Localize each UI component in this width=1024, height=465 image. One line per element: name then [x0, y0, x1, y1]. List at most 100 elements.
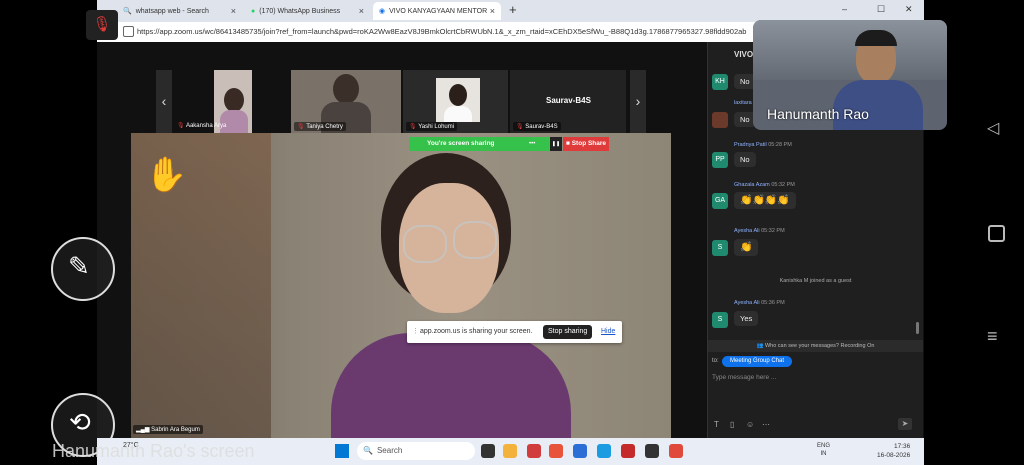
avatar: KH — [712, 74, 728, 90]
participant-tile-yashi[interactable]: 🎙 Yashi Lohumi — [403, 70, 508, 133]
avatar: PP — [712, 152, 728, 168]
tile-name-label: Saurav-B4S — [546, 96, 591, 105]
participant-body — [444, 106, 472, 122]
android-home-button[interactable] — [988, 225, 1005, 242]
site-info-icon[interactable] — [123, 26, 134, 37]
app-icon-dark[interactable] — [645, 444, 659, 458]
tab-whatsapp-search[interactable]: 🔍 whatsapp web - Search × — [117, 2, 242, 20]
pause-share-button[interactable]: ❚❚ — [550, 137, 562, 151]
mic-muted-icon: 🎙 — [297, 124, 305, 130]
share-more-button[interactable]: ••• — [529, 137, 535, 151]
to-label: to: — [712, 358, 719, 364]
chat-title: VIVO — [734, 50, 754, 59]
avatar: GA — [712, 193, 728, 209]
format-icon[interactable]: T — [714, 420, 719, 429]
tab-whatsapp-business[interactable]: ● (170) WhatsApp Business × — [245, 2, 370, 20]
avatar — [712, 112, 728, 128]
chrome-icon[interactable] — [669, 444, 683, 458]
signal-icon: ▂▄▆ — [136, 427, 150, 433]
annotate-button[interactable]: ✎ — [51, 237, 115, 301]
self-view-video[interactable]: Hanumanth Rao — [753, 20, 947, 130]
mic-muted-icon: 🎙 — [409, 124, 417, 130]
message-sender: laxitara — [734, 100, 752, 106]
screen-owner-caption: Hanumanth Rao's screen — [52, 441, 255, 461]
maximize-button[interactable]: ☐ — [877, 4, 885, 15]
pencil-icon: ✎ — [68, 251, 90, 281]
clock[interactable]: 17:36 16-08-2026 — [877, 442, 910, 460]
minimize-button[interactable]: – — [842, 4, 847, 14]
search-icon: 🔍 — [123, 8, 132, 15]
prev-page-arrow[interactable]: ‹ — [156, 70, 172, 133]
participant-photo — [436, 78, 480, 122]
office-icon[interactable] — [549, 444, 563, 458]
message-text: 👏 — [734, 239, 759, 256]
stop-sharing-button[interactable]: Stop sharing — [543, 325, 593, 339]
file-explorer-icon[interactable] — [503, 444, 517, 458]
participant-face — [449, 84, 467, 106]
tab-zoom-meeting[interactable]: ◉ VIVO KANYAGYAAN MENTOR × — [373, 2, 501, 20]
self-hair — [855, 30, 897, 46]
android-back-button[interactable]: ◁ — [987, 118, 999, 138]
message-sender: Ghazala Azam 05:32 PM — [734, 182, 795, 188]
speaker-body — [331, 333, 571, 438]
task-view-icon[interactable] — [481, 444, 495, 458]
message-sender: Ayesha Ali 05:32 PM — [734, 228, 785, 234]
tab-bar: 🔍 whatsapp web - Search × ● (170) WhatsA… — [97, 0, 924, 22]
participant-tile-saurav[interactable]: Saurav-B4S 🎙 Saurav-B4S — [510, 70, 626, 133]
ceiling-background — [753, 20, 947, 80]
glasses-right — [453, 221, 497, 259]
message-text: 👏👏👏👏 — [734, 192, 796, 209]
system-message: Kanishka M joined as a guest — [779, 278, 852, 284]
privacy-note[interactable]: 👥 Who can see your messages? Recording O… — [708, 340, 923, 352]
self-name: Hanumanth Rao — [767, 106, 869, 122]
windows-start-icon[interactable] — [335, 444, 349, 458]
chat-message: Ayesha Ali 05:36 PM S Yes — [708, 298, 923, 332]
message-text: No — [734, 152, 756, 167]
new-tab-button[interactable]: + — [509, 2, 517, 17]
chat-input[interactable]: Type message here ... — [712, 374, 917, 388]
avatar: S — [712, 240, 728, 256]
send-icon[interactable]: ➤ — [898, 418, 912, 430]
hide-button[interactable]: Hide — [601, 328, 615, 335]
store-icon[interactable] — [573, 444, 587, 458]
stop-icon: ■ — [565, 140, 570, 147]
screen-share-bar: You're screen sharing ••• ❚❚ ■ Stop Shar… — [409, 137, 609, 151]
language-indicator[interactable]: ENG IN — [817, 442, 830, 458]
whatsapp-icon: ● — [251, 7, 256, 15]
close-window-button[interactable]: ✕ — [905, 4, 913, 15]
mic-muted-icon[interactable]: 🎙 — [86, 10, 118, 40]
next-page-arrow[interactable]: › — [630, 70, 646, 133]
mcafee-icon[interactable] — [621, 444, 635, 458]
file-icon[interactable]: ▯ — [730, 420, 734, 429]
more-icon[interactable]: ⋯ — [762, 420, 770, 429]
mic-muted-icon: 🎙 — [177, 123, 185, 129]
recipient-selector[interactable]: Meeting Group Chat — [722, 356, 793, 367]
speaker-name: ▂▄▆ Sabrin Ara Begum — [133, 425, 203, 434]
share-status-label: You're screen sharing — [409, 137, 549, 151]
participant-name: 🎙 Aakansha Arya — [177, 123, 227, 129]
url-field[interactable]: https://app.zoom.us/wc/86413485735/join?… — [137, 25, 777, 39]
emoji-icon[interactable]: ☺ — [746, 420, 754, 429]
chat-scrollbar[interactable] — [916, 322, 919, 334]
participant-name: 🎙 Taniya Chetry — [294, 122, 346, 131]
stop-share-button[interactable]: ■ Stop Share — [563, 137, 609, 151]
android-menu-button[interactable]: ≡ — [987, 326, 998, 347]
participant-name: 🎙 Yashi Lohumi — [406, 122, 458, 131]
close-icon[interactable]: × — [359, 6, 364, 16]
message-sender: Ayesha Ali 05:36 PM — [734, 300, 785, 306]
chat-message: Pradnya Patil 05:28 PM PP No — [708, 140, 923, 174]
close-icon[interactable]: × — [231, 6, 236, 16]
close-icon[interactable]: × — [490, 6, 495, 16]
drag-handle-icon[interactable]: ⋮ — [412, 327, 419, 335]
message-text: Yes — [734, 311, 759, 326]
participant-tile-taniya[interactable]: 🎙 Taniya Chetry — [291, 70, 401, 133]
glasses-left — [403, 225, 447, 263]
raised-hand-icon: ✋ — [145, 156, 188, 194]
taskbar-search[interactable]: 🔍 Search — [357, 442, 475, 460]
self-body — [833, 80, 923, 130]
message-sender: Pradnya Patil 05:28 PM — [734, 142, 792, 148]
app-icon-l[interactable] — [527, 444, 541, 458]
edge-icon[interactable] — [597, 444, 611, 458]
chat-message: Ghazala Azam 05:32 PM GA 👏👏👏👏 — [708, 180, 923, 220]
participant-name: 🎙 Saurav-B4S — [513, 122, 561, 131]
